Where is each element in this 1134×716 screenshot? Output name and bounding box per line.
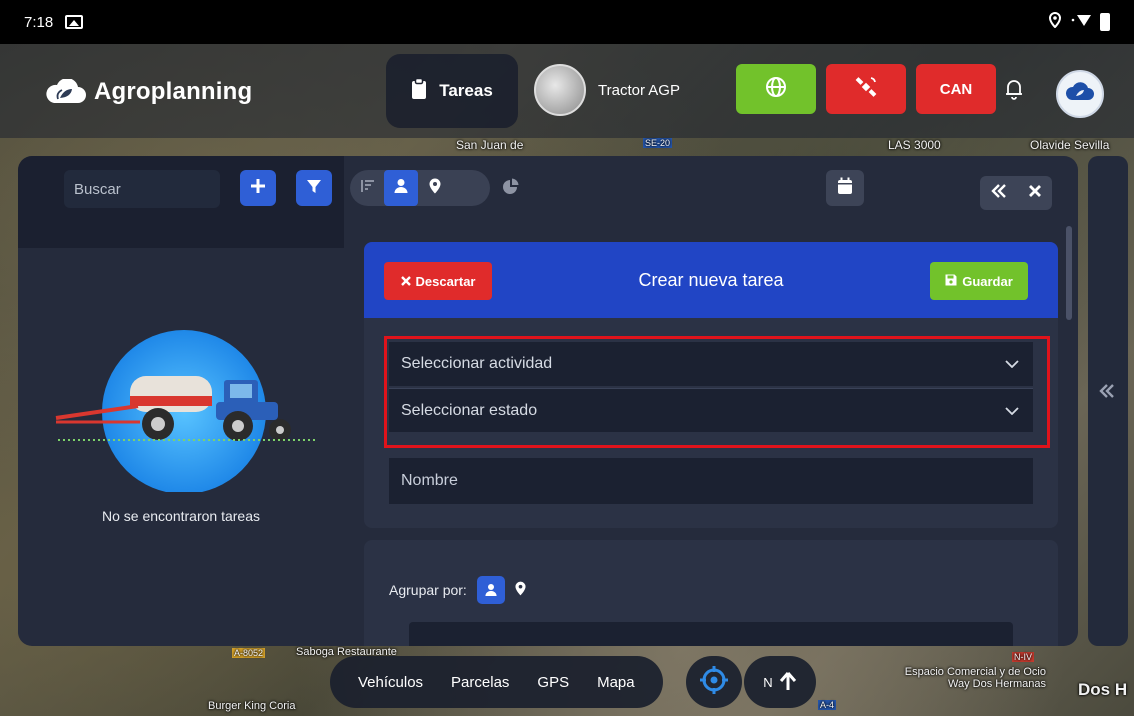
tareas-label: Tareas — [439, 81, 493, 100]
north-label: N — [763, 674, 773, 690]
nav-vehicles[interactable]: Vehículos — [344, 656, 437, 708]
filter-button[interactable] — [296, 170, 332, 206]
center-location-button[interactable] — [686, 656, 742, 708]
calendar-button[interactable] — [826, 170, 864, 206]
north-orientation-button[interactable]: N — [744, 656, 816, 708]
activity-select[interactable]: Seleccionar actividad — [389, 342, 1033, 386]
battery-icon — [1100, 13, 1110, 31]
map-label: Dos H — [1078, 680, 1128, 699]
nav-parcels[interactable]: Parcelas — [437, 656, 523, 708]
nav-map[interactable]: Mapa — [583, 656, 649, 708]
state-select[interactable]: Seleccionar estado — [389, 388, 1033, 432]
crosshair-icon — [699, 665, 729, 700]
discard-label: Descartar — [415, 273, 476, 289]
expand-side-panel[interactable] — [1088, 156, 1128, 646]
view-mode-toggle — [350, 170, 490, 206]
web-button[interactable] — [736, 64, 816, 114]
group-by-location-button[interactable] — [515, 581, 526, 599]
top-app-bar: Agroplanning Tareas Tractor AGP CAN — [0, 44, 1134, 138]
satellite-icon — [854, 75, 878, 103]
user-icon — [394, 178, 408, 199]
tareas-section-button[interactable]: Tareas — [386, 54, 518, 128]
plus-icon — [250, 178, 266, 199]
scrollbar[interactable] — [1066, 226, 1072, 320]
road-label: A-4 — [818, 700, 837, 710]
close-icon — [400, 274, 411, 289]
tasks-panel: Buscar No se encontraron tareas Crear nu… — [18, 156, 1078, 646]
map-label: San Juan de — [456, 138, 524, 152]
pie-chart-icon — [503, 178, 519, 199]
road-label: A-8052 — [232, 648, 266, 658]
arrow-up-icon — [779, 671, 797, 694]
chevron-down-icon — [1005, 402, 1019, 420]
bell-icon[interactable] — [1004, 78, 1024, 105]
can-button[interactable]: CAN — [916, 64, 996, 114]
form-body: Seleccionar actividad Seleccionar estado… — [364, 318, 1058, 528]
floppy-disk-icon — [945, 274, 957, 289]
filter-icon — [306, 178, 322, 199]
nav-gps[interactable]: GPS — [523, 656, 583, 708]
wifi-icon — [1070, 12, 1092, 32]
satellite-button[interactable] — [826, 64, 906, 114]
road-label: SE-20 — [643, 138, 673, 148]
image-notification-icon — [65, 15, 84, 29]
vehicle-label: Tractor AGP — [598, 81, 680, 99]
globe-icon — [765, 76, 787, 102]
sort-button[interactable] — [350, 170, 384, 206]
user-icon — [485, 584, 497, 596]
sort-icon — [359, 178, 375, 199]
group-by-user-button[interactable] — [476, 576, 505, 604]
empty-state-illustration — [48, 322, 328, 494]
group-by-card: Agrupar por: — [364, 540, 1058, 646]
map-label: Espacio Comercial y de Ocio Way Dos Herm… — [904, 666, 1046, 690]
status-time: 7:18 — [24, 13, 54, 31]
road-label: N-IV — [1012, 652, 1034, 662]
chevron-down-icon — [1005, 355, 1019, 373]
vehicle-selector[interactable]: Tractor AGP — [534, 64, 680, 116]
user-avatar[interactable] — [1056, 70, 1104, 118]
location-pin-icon — [515, 581, 526, 596]
name-input[interactable]: Nombre — [389, 458, 1033, 504]
group-by-user-toggle[interactable] — [384, 170, 418, 206]
bottom-nav: Vehículos Parcelas GPS Mapa — [330, 656, 663, 708]
calendar-icon — [837, 177, 853, 200]
group-by-row: Agrupar por: — [389, 576, 526, 604]
vehicle-avatar — [534, 64, 586, 116]
location-icon — [1048, 11, 1062, 32]
panel-toolbar: Buscar — [18, 156, 1078, 224]
can-label: CAN — [939, 80, 973, 98]
double-chevron-left-icon — [1098, 384, 1116, 403]
save-label: Guardar — [962, 273, 1013, 289]
state-placeholder: Seleccionar estado — [401, 401, 538, 419]
name-placeholder: Nombre — [401, 472, 458, 489]
cloud-leaf-icon — [44, 78, 86, 105]
cloud-logo-icon — [1065, 81, 1095, 107]
group-by-label: Agrupar por: — [389, 582, 467, 598]
clipboard-icon — [411, 77, 427, 105]
map-label: Olavide Sevilla — [1030, 138, 1110, 152]
double-chevron-left-icon[interactable] — [990, 183, 1007, 203]
group-selector[interactable] — [409, 622, 1013, 646]
status-bar: 7:18 — [0, 0, 1134, 44]
group-by-location-toggle[interactable] — [418, 170, 452, 206]
form-header: Crear nueva tarea Descartar Guardar — [364, 242, 1058, 318]
panel-controls — [980, 176, 1052, 210]
app-logo: Agroplanning — [44, 78, 252, 106]
search-placeholder: Buscar — [74, 180, 121, 198]
empty-state-message: No se encontraron tareas — [102, 508, 260, 524]
activity-placeholder: Seleccionar actividad — [401, 355, 553, 372]
map-label: Burger King Coria — [208, 700, 296, 712]
statistics-button[interactable] — [496, 170, 526, 206]
discard-button[interactable]: Descartar — [384, 262, 492, 300]
search-input[interactable]: Buscar — [64, 170, 220, 208]
add-task-button[interactable] — [240, 170, 276, 206]
map-label: LAS 3000 — [888, 138, 941, 152]
close-icon[interactable] — [1028, 184, 1042, 203]
app-name: Agroplanning — [94, 78, 253, 105]
create-task-form: Crear nueva tarea Descartar Guardar Sele… — [364, 242, 1058, 646]
location-pin-icon — [429, 178, 441, 199]
save-button[interactable]: Guardar — [930, 262, 1028, 300]
